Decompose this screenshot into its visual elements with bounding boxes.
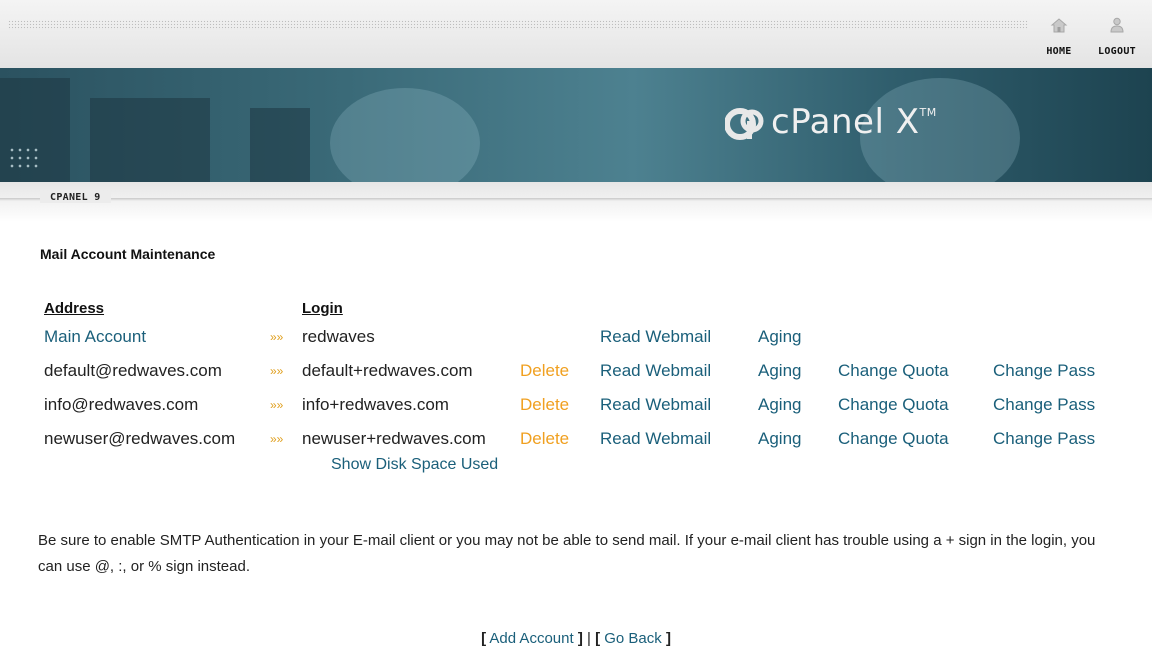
account-address: default@redwaves.com (44, 361, 222, 380)
logo-word: cPanel (771, 102, 885, 142)
arrow-header (270, 296, 302, 320)
aging-link[interactable]: Aging (758, 320, 838, 354)
aging-link[interactable]: Aging (758, 422, 838, 456)
home-icon (1050, 18, 1068, 33)
arrow-icon: »» (270, 398, 284, 412)
banner-graphic (330, 88, 480, 182)
table-row: info@redwaves.com »» info+redwaves.com D… (38, 388, 1123, 422)
mail-accounts-table: Address Login Main Account »» redwaves R… (38, 296, 1123, 456)
change-pass-link[interactable]: Change Pass (993, 422, 1123, 456)
delete-link[interactable]: Delete (520, 422, 600, 456)
cpanel-logo-text: cPanel XTM (771, 102, 937, 142)
account-login: redwaves (302, 327, 375, 346)
delete-link[interactable]: Delete (520, 354, 600, 388)
smtp-note: Be sure to enable SMTP Authentication in… (38, 532, 1096, 575)
arrow-icon: »» (270, 364, 284, 378)
bracket-close: ] (577, 630, 583, 647)
delete-link[interactable] (520, 320, 600, 354)
change-pass-link[interactable]: Change Pass (993, 388, 1123, 422)
arrow-icon: »» (270, 432, 284, 446)
logo-x: X (895, 102, 920, 142)
aging-link[interactable]: Aging (758, 354, 838, 388)
page-title: Mail Account Maintenance (40, 246, 216, 262)
banner-graphic (250, 108, 310, 182)
footer-links: [ Add Account ] | [ Go Back ] (0, 630, 1152, 647)
account-login: default+redwaves.com (302, 361, 473, 380)
cpanel-logo-mark-icon (725, 108, 764, 140)
cpanel-banner: cPanel XTM (0, 68, 1152, 182)
go-back-link[interactable]: Go Back (604, 630, 662, 647)
delete-link[interactable]: Delete (520, 388, 600, 422)
separator: | (586, 630, 591, 647)
home-button[interactable]: HOME (1034, 16, 1084, 57)
read-webmail-link[interactable]: Read Webmail (600, 320, 758, 354)
read-webmail-link[interactable]: Read Webmail (600, 388, 758, 422)
change-pass-link[interactable] (993, 320, 1123, 354)
dotted-strip (8, 20, 1028, 30)
breadcrumb-bar: CPANEL 9 (0, 182, 1152, 222)
address-header: Address (44, 299, 105, 317)
empty-header (520, 296, 600, 320)
empty-header (993, 296, 1123, 320)
logout-label: LOGOUT (1098, 46, 1136, 57)
login-header: Login (302, 299, 343, 317)
change-quota-link[interactable]: Change Quota (838, 388, 993, 422)
show-disk-space-link[interactable]: Show Disk Space Used (331, 456, 498, 474)
account-address: info@redwaves.com (44, 395, 199, 414)
banner-dots (8, 146, 38, 170)
table-row: Main Account »» redwaves Read Webmail Ag… (38, 320, 1123, 354)
change-quota-link[interactable]: Change Quota (838, 354, 993, 388)
table-row: newuser@redwaves.com »» newuser+redwaves… (38, 422, 1123, 456)
empty-header (838, 296, 993, 320)
top-toolbar: HOME LOGOUT (0, 0, 1152, 68)
banner-graphic (90, 98, 210, 182)
account-login: newuser+redwaves.com (302, 429, 486, 448)
logout-button[interactable]: LOGOUT (1092, 16, 1142, 57)
user-logout-icon (1110, 17, 1124, 33)
account-address: newuser@redwaves.com (44, 429, 236, 448)
home-label: HOME (1046, 46, 1072, 57)
table-row: default@redwaves.com »» default+redwaves… (38, 354, 1123, 388)
bracket-open: [ (481, 630, 487, 647)
account-address: Main Account (44, 327, 147, 346)
read-webmail-link[interactable]: Read Webmail (600, 354, 758, 388)
aging-link[interactable]: Aging (758, 388, 838, 422)
empty-header (758, 296, 838, 320)
account-login: info+redwaves.com (302, 395, 449, 414)
read-webmail-link[interactable]: Read Webmail (600, 422, 758, 456)
breadcrumb-line (0, 198, 1152, 201)
change-pass-link[interactable]: Change Pass (993, 354, 1123, 388)
change-quota-link[interactable]: Change Quota (838, 422, 993, 456)
bracket-close: ] (665, 630, 671, 647)
logo-tm: TM (919, 106, 937, 119)
empty-header (600, 296, 758, 320)
change-quota-link[interactable] (838, 320, 993, 354)
breadcrumb[interactable]: CPANEL 9 (40, 192, 111, 203)
bracket-open: [ (595, 630, 601, 647)
add-account-link[interactable]: Add Account (489, 630, 573, 647)
arrow-icon: »» (270, 330, 284, 344)
